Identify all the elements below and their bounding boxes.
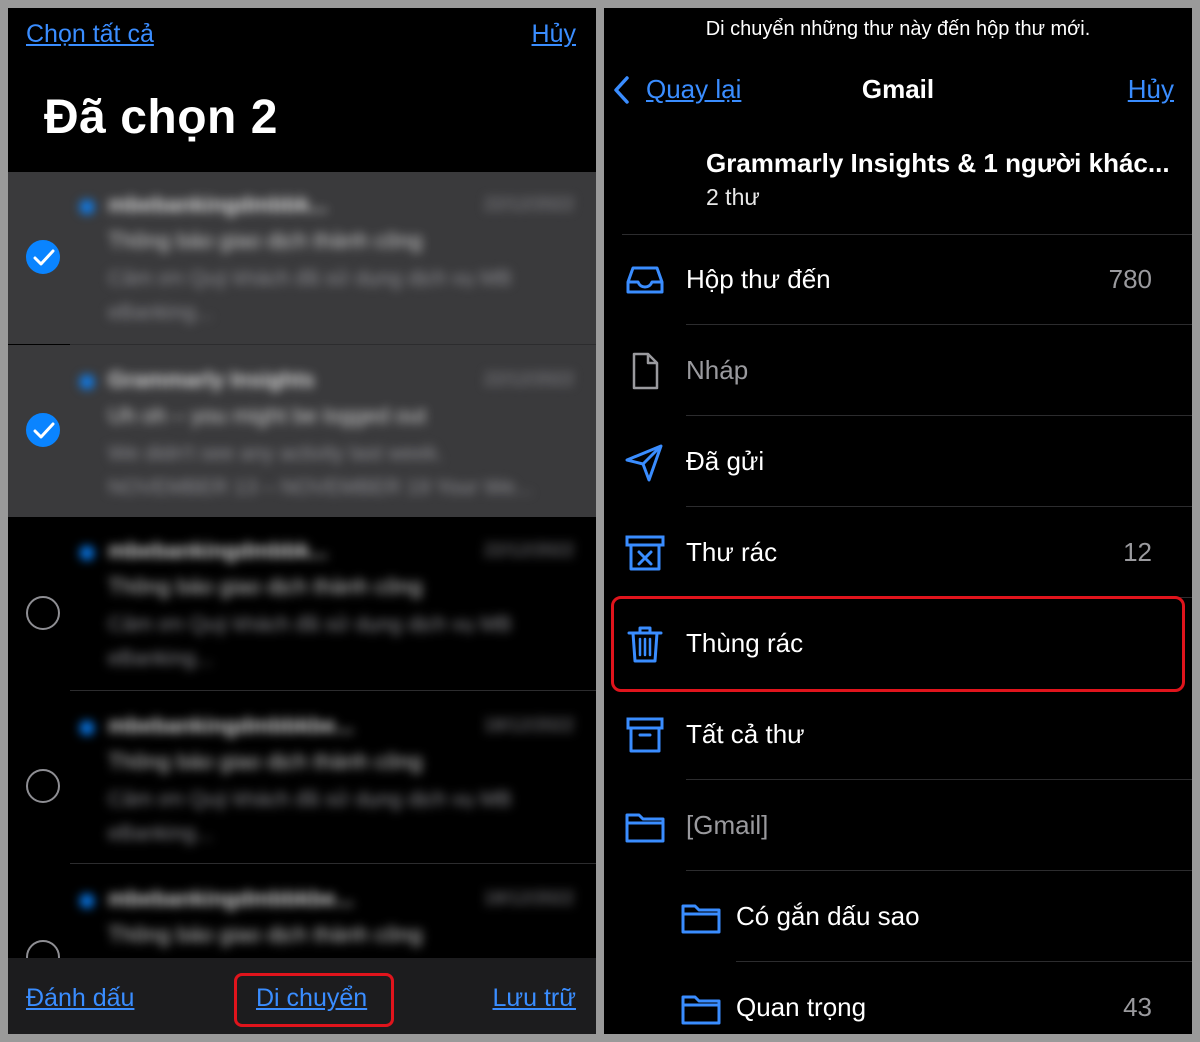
folder-label: Quan trọng: [736, 992, 867, 1022]
email-sender: mbebankingdmbbk...: [108, 192, 329, 217]
email-date: 18/12/2022: [483, 888, 574, 908]
mark-button[interactable]: Đánh dấu: [26, 984, 134, 1013]
folder-item-starred[interactable]: Có gắn dấu sao: [604, 871, 1192, 962]
selection-summary-count: 2 thư: [706, 184, 760, 210]
list-item[interactable]: Grammarly Insights 22/12/2022 Uh oh – yo…: [8, 345, 596, 517]
email-snippet: Cảm ơn Quý khách đã sử dụng dịch vụ MB e…: [108, 267, 512, 324]
folder-item-gmail[interactable]: [Gmail]: [604, 780, 1192, 871]
archive-button[interactable]: Lưu trữ: [493, 984, 577, 1013]
list-item[interactable]: mbebankingdmbbk... 22/12/2022 Thông báo …: [8, 518, 596, 690]
folder-item-important[interactable]: Quan trọng 43: [604, 962, 1192, 1034]
email-sender: mbebankingdmbbkbe...: [108, 886, 354, 911]
unread-dot-icon: [80, 546, 94, 560]
highlight-box: [611, 596, 1185, 692]
folder-item-junk[interactable]: Thư rác 12: [604, 507, 1192, 598]
email-subject: Uh oh – you might be logged out: [108, 403, 427, 428]
folder-item-all-mail[interactable]: Tất cả thư: [604, 689, 1192, 780]
email-preview: mbebankingdmbbk... 22/12/2022 Thông báo …: [78, 538, 582, 688]
unread-dot-icon: [80, 375, 94, 389]
sent-icon: [625, 444, 663, 482]
email-preview: mbebankingdmbbkbe... 18/12/2022 Thông bá…: [78, 713, 582, 863]
folder-count: 43: [1123, 992, 1152, 1022]
mailbox-title: Gmail: [861, 74, 935, 104]
archive-icon: [626, 717, 664, 753]
junk-icon: [625, 535, 665, 571]
folder-item-drafts[interactable]: Nháp: [604, 325, 1192, 416]
select-all-button[interactable]: Chọn tất cả: [26, 20, 154, 49]
folder-label: Có gắn dấu sao: [736, 901, 920, 931]
email-snippet: Cảm ơn Quý khách đã sử dụng dịch vụ MB e…: [108, 788, 512, 845]
folder-icon: [681, 904, 721, 934]
list-item[interactable]: mbebankingdmbbkbe... 18/12/2022 Thông bá…: [8, 864, 596, 964]
unchecked-circle-icon[interactable]: [26, 596, 60, 630]
email-preview: mbebankingdmbbkbe... 18/12/2022 Thông bá…: [78, 886, 582, 964]
bottom-toolbar: Đánh dấu Di chuyển Lưu trữ: [8, 958, 596, 1034]
email-sender: mbebankingdmbbk...: [108, 538, 329, 563]
email-snippet: We didn't see any activity last week. NO…: [108, 442, 533, 499]
folder-count: 12: [1123, 537, 1152, 567]
folder-label: Thư rác: [686, 537, 778, 567]
mail-selection-panel: Chọn tất cả Hủy Đã chọn 2 mbebankingdmbb…: [8, 8, 596, 1034]
unread-dot-icon: [80, 894, 94, 908]
folder-item-sent[interactable]: Đã gửi: [604, 416, 1192, 507]
email-subject: Thông báo giao dịch thành công: [108, 749, 423, 774]
folder-label: [Gmail]: [686, 810, 769, 840]
highlight-box: [234, 973, 394, 1027]
selection-summary-title: Grammarly Insights & 1 người khác...: [706, 148, 1170, 178]
folder-label: Nháp: [686, 355, 749, 385]
checkmark-icon[interactable]: [26, 413, 60, 447]
cancel-button[interactable]: Hủy: [532, 20, 576, 49]
move-to-mailbox-panel: Di chuyển những thư này đến hộp thư mới.…: [604, 8, 1192, 1034]
list-item[interactable]: mbebankingdmbbk... 22/12/2022 Thông báo …: [8, 172, 596, 344]
email-date: 22/12/2022: [483, 369, 574, 389]
folder-label: Tất cả thư: [686, 719, 805, 749]
folder-label: Hộp thư đến: [686, 264, 831, 294]
folder-icon: [625, 813, 665, 843]
inbox-icon: [626, 266, 664, 294]
email-date: 22/12/2022: [483, 540, 574, 560]
folder-count: 780: [1108, 264, 1152, 294]
email-preview: mbebankingdmbbk... 22/12/2022 Thông báo …: [78, 192, 582, 342]
move-instruction: Di chuyển những thư này đến hộp thư mới.: [705, 18, 1091, 40]
folder-icon: [681, 995, 721, 1025]
email-subject: Thông báo giao dịch thành công: [108, 574, 423, 599]
folder-label: Đã gửi: [686, 446, 765, 476]
list-item[interactable]: mbebankingdmbbkbe... 18/12/2022 Thông bá…: [8, 691, 596, 863]
draft-icon: [632, 352, 659, 390]
email-sender: mbebankingdmbbkbe...: [108, 713, 354, 738]
email-subject: Thông báo giao dịch thành công: [108, 228, 423, 253]
email-snippet: Cảm ơn Quý khách đã sử dụng dịch vụ MB e…: [108, 613, 512, 670]
email-date: 22/12/2022: [483, 194, 574, 214]
cancel-button[interactable]: Hủy: [1128, 74, 1174, 105]
unread-dot-icon: [80, 200, 94, 214]
unread-dot-icon: [80, 721, 94, 735]
unchecked-circle-icon[interactable]: [26, 769, 60, 803]
folder-item-inbox[interactable]: Hộp thư đến 780: [604, 234, 1192, 325]
email-subject: Thông báo giao dịch thành công: [108, 922, 423, 947]
email-date: 18/12/2022: [483, 715, 574, 735]
checkmark-icon[interactable]: [26, 240, 60, 274]
email-sender: Grammarly Insights: [108, 367, 315, 392]
page-title: Đã chọn 2: [44, 91, 278, 144]
email-preview: Grammarly Insights 22/12/2022 Uh oh – yo…: [78, 367, 582, 517]
